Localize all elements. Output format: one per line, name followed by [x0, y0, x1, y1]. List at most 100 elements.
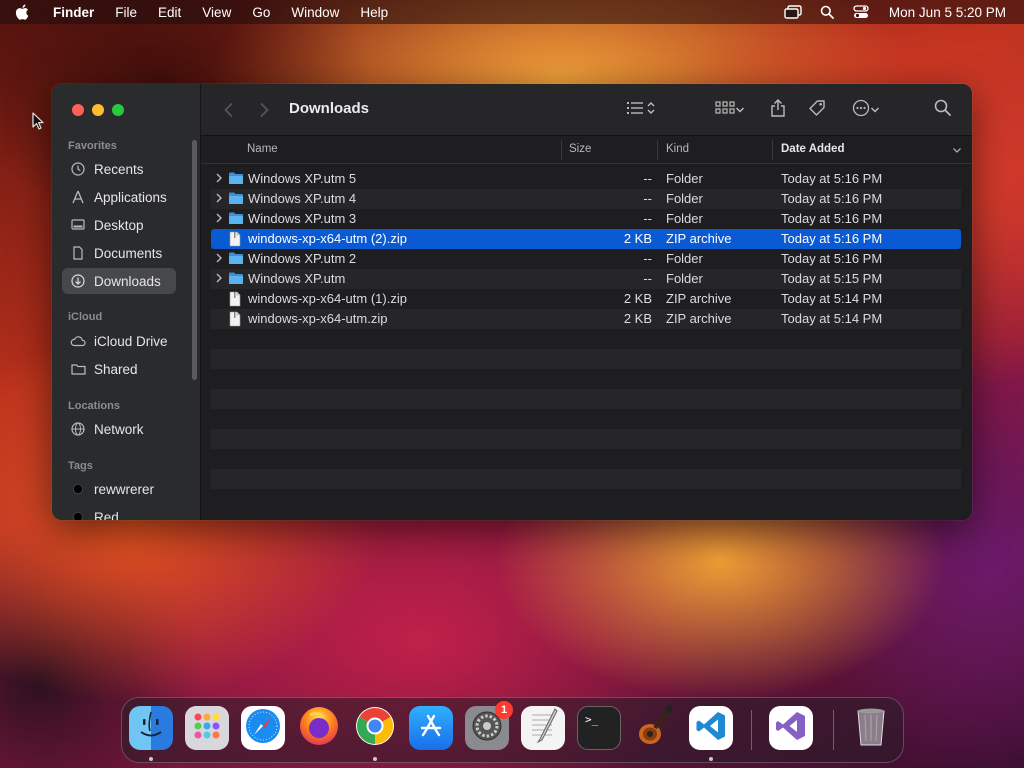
sidebar-item-downloads[interactable]: Downloads — [62, 268, 176, 294]
column-header-name[interactable]: Name — [247, 143, 278, 155]
file-date-added: Today at 5:16 PM — [781, 171, 883, 186]
file-row[interactable]: Windows XP.utm 5 -- Folder Today at 5:16 PM — [211, 169, 961, 189]
more-actions-button[interactable] — [847, 98, 885, 122]
column-header-kind[interactable]: Kind — [666, 143, 689, 155]
column-header-size[interactable]: Size — [569, 143, 591, 155]
file-row[interactable]: windows-xp-x64-utm (1).zip 2 KB ZIP archiv… — [211, 289, 961, 309]
column-divider[interactable] — [657, 140, 658, 160]
back-button[interactable] — [221, 98, 235, 122]
column-header-date-added[interactable]: Date Added — [781, 143, 844, 155]
dock-launchpad[interactable] — [185, 706, 229, 750]
sidebar-item-recents[interactable]: Recents — [62, 156, 176, 182]
folder-icon — [228, 271, 244, 287]
dock-garageband[interactable] — [633, 705, 677, 752]
control-center-icon[interactable] — [851, 0, 871, 24]
file-name: Windows XP.utm 4 — [248, 191, 357, 206]
sidebar-item-tag-rewwrerer[interactable]: rewwrerer — [62, 476, 176, 502]
app-store-icon — [417, 712, 445, 745]
terminal-prompt-icon: >_ — [585, 713, 599, 726]
sidebar-item-documents[interactable]: Documents — [62, 240, 176, 266]
screen-mirroring-icon[interactable] — [783, 0, 803, 24]
tag-icon — [808, 99, 826, 122]
window-title: Downloads — [289, 100, 370, 117]
minimize-window-button[interactable] — [92, 104, 104, 116]
dock-firefox[interactable] — [297, 706, 341, 750]
disclosure-chevron-icon[interactable] — [215, 212, 225, 226]
disclosure-chevron-icon[interactable] — [215, 172, 225, 186]
sidebar-item-label: Red — [94, 509, 119, 521]
visual-studio-icon — [775, 710, 807, 747]
sidebar: Favorites Recents Applications Desktop D… — [52, 84, 201, 520]
empty-list-row — [211, 329, 961, 349]
sidebar-item-desktop[interactable]: Desktop — [62, 212, 176, 238]
empty-list-row — [211, 409, 961, 429]
search-button[interactable] — [933, 98, 951, 122]
file-row[interactable]: Windows XP.utm -- Folder Today at 5:15 PM — [211, 269, 961, 289]
dock-safari[interactable] — [241, 706, 285, 750]
forward-button[interactable] — [257, 98, 271, 122]
share-button[interactable] — [769, 98, 787, 122]
file-row[interactable]: Windows XP.utm 4 -- Folder Today at 5:16 PM — [211, 189, 961, 209]
empty-list-row — [211, 469, 961, 489]
column-divider[interactable] — [561, 140, 562, 160]
menu-file[interactable]: File — [115, 5, 137, 20]
dock-system-settings[interactable]: 1 — [465, 701, 513, 750]
dock-visual-studio[interactable] — [769, 706, 813, 750]
file-date-added: Today at 5:14 PM — [781, 311, 883, 326]
menu-go[interactable]: Go — [252, 5, 270, 20]
file-browser: Downloads Name Size Kind Date Added Wind… — [201, 84, 972, 520]
file-kind: ZIP archive — [666, 291, 732, 306]
mouse-cursor-icon — [32, 112, 44, 135]
sidebar-item-network[interactable]: Network — [62, 416, 176, 442]
guitar-icon — [635, 705, 675, 752]
menu-bar-clock[interactable]: Mon Jun 5 5:20 PM — [889, 5, 1006, 20]
grid-group-icon — [715, 100, 735, 120]
file-row[interactable]: Windows XP.utm 3 -- Folder Today at 5:16 PM — [211, 209, 961, 229]
launchpad-grid-icon — [191, 710, 223, 747]
sidebar-item-shared[interactable]: Shared — [62, 356, 176, 382]
close-window-button[interactable] — [72, 104, 84, 116]
apple-menu-icon[interactable] — [15, 0, 37, 24]
sidebar-item-applications[interactable]: Applications — [62, 184, 176, 210]
finder-window: Favorites Recents Applications Desktop D… — [52, 84, 972, 520]
file-size: -- — [643, 271, 652, 286]
menu-edit[interactable]: Edit — [158, 5, 181, 20]
sidebar-item-label: Recents — [94, 161, 144, 177]
running-indicator — [709, 757, 713, 761]
file-row[interactable]: windows-xp-x64-utm.zip 2 KB ZIP archive Tod… — [211, 309, 961, 329]
vscode-icon — [695, 710, 727, 747]
file-kind: Folder — [666, 251, 703, 266]
disclosure-chevron-icon[interactable] — [215, 252, 225, 266]
column-divider[interactable] — [772, 140, 773, 160]
dock-app-store[interactable] — [409, 706, 453, 750]
dock-terminal[interactable]: >_ — [577, 706, 621, 750]
dock-visual-studio-code[interactable] — [689, 706, 733, 750]
menu-help[interactable]: Help — [360, 5, 388, 20]
sidebar-scrollbar[interactable] — [192, 140, 197, 380]
file-row[interactable]: windows-xp-x64-utm (2).zip 2 KB ZIP archiv… — [211, 229, 961, 249]
file-date-added: Today at 5:16 PM — [781, 231, 883, 246]
disclosure-chevron-icon[interactable] — [215, 192, 225, 206]
dock-chrome[interactable] — [353, 706, 397, 750]
file-date-added: Today at 5:16 PM — [781, 251, 883, 266]
menu-window[interactable]: Window — [291, 5, 339, 20]
dock-textedit[interactable] — [521, 706, 565, 750]
group-by-button[interactable] — [711, 98, 749, 122]
zip-file-icon — [228, 231, 244, 247]
dock-trash[interactable] — [849, 706, 893, 750]
menu-finder[interactable]: Finder — [53, 5, 94, 20]
disclosure-chevron-icon[interactable] — [215, 272, 225, 286]
menu-view[interactable]: View — [202, 5, 231, 20]
tags-button[interactable] — [807, 98, 827, 122]
sort-descending-chevron-icon[interactable] — [952, 145, 962, 157]
sidebar-item-label: Documents — [94, 245, 163, 261]
sidebar-item-tag-red[interactable]: Red — [62, 504, 176, 520]
spotlight-search-icon[interactable] — [817, 0, 837, 24]
toolbar: Downloads — [201, 84, 972, 136]
file-row[interactable]: Windows XP.utm 2 -- Folder Today at 5:16 PM — [211, 249, 961, 269]
dock-finder[interactable] — [129, 706, 173, 750]
sidebar-item-icloud-drive[interactable]: iCloud Drive — [62, 328, 176, 354]
zoom-window-button[interactable] — [112, 104, 124, 116]
globe-icon — [70, 421, 86, 437]
view-options-button[interactable] — [621, 98, 661, 122]
